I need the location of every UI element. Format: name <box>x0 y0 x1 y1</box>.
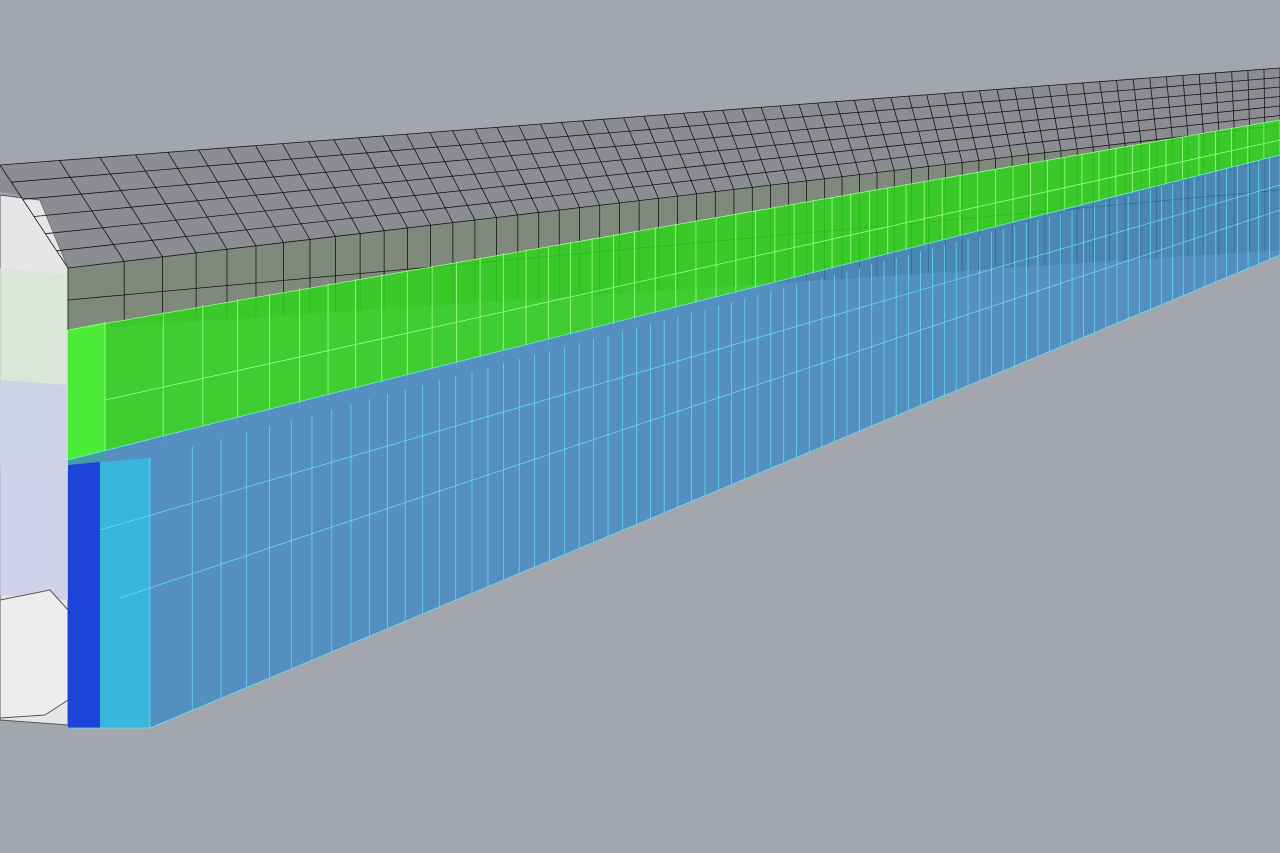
3d-viewport[interactable] <box>0 0 1280 853</box>
blue-end-column <box>68 462 100 728</box>
green-band-end <box>68 322 105 465</box>
model-render <box>0 0 1280 853</box>
interior-blue-band <box>0 380 68 600</box>
interior-end-section <box>0 194 69 726</box>
interior-floor-step <box>0 589 69 719</box>
glazing-end-face <box>100 458 150 728</box>
